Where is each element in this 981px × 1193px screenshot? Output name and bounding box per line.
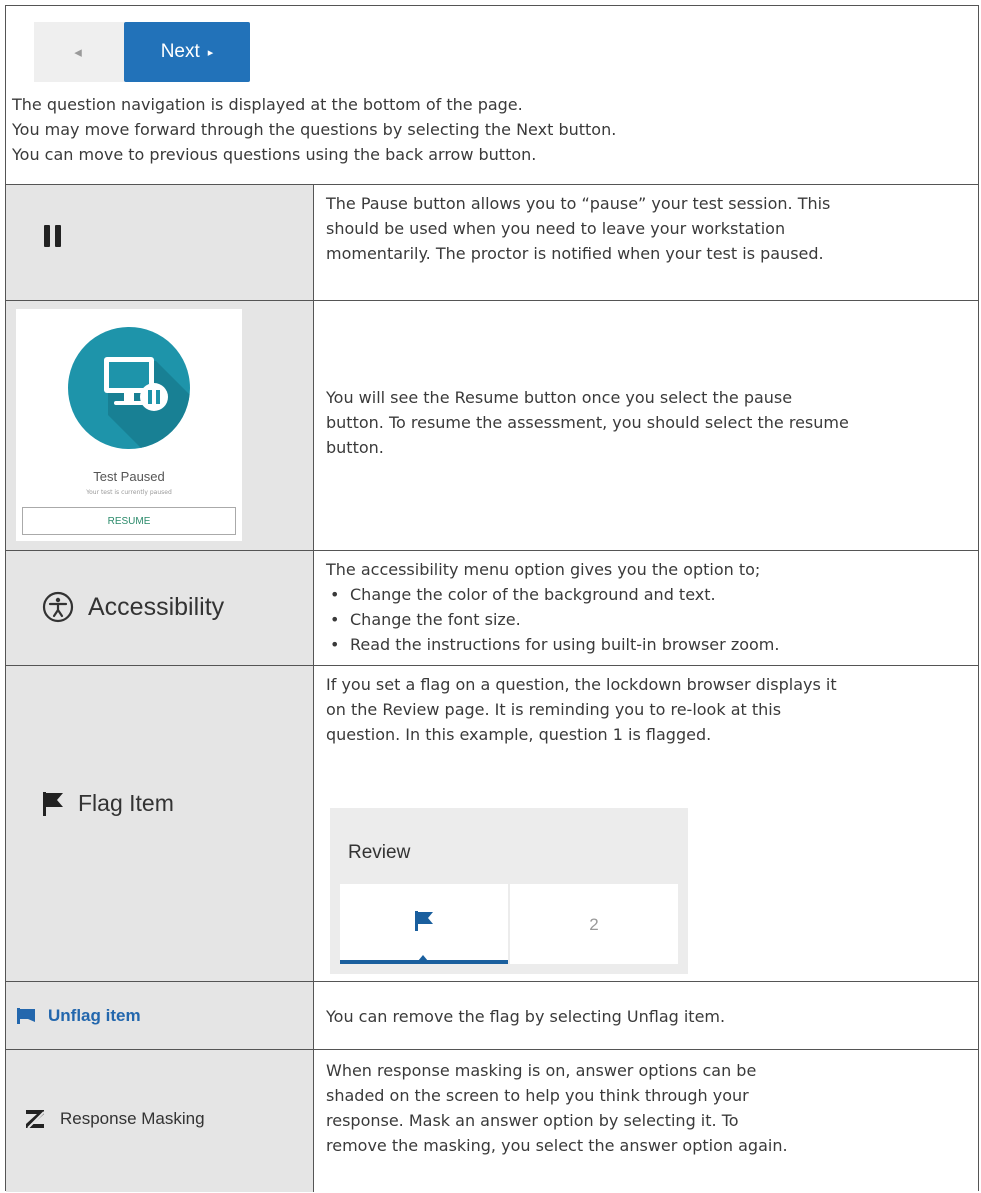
- masking-description: When response masking is on, answer opti…: [314, 1050, 978, 1192]
- accessibility-icon: [42, 591, 74, 623]
- flag-icon: [43, 791, 63, 816]
- response-masking-label: Response Masking: [60, 1109, 205, 1128]
- bullet-item: • Change the color of the background and …: [330, 585, 716, 604]
- next-button-label: Next: [160, 41, 200, 62]
- description-line: You may move forward through the questio…: [12, 120, 617, 139]
- question-navigation-bar: ◂ Next ▸: [34, 22, 250, 82]
- paused-subtitle: Your test is currently paused: [86, 489, 172, 496]
- description-line: response. Mask an answer option by selec…: [326, 1111, 739, 1130]
- accessibility-cell: Accessibility: [6, 551, 314, 665]
- review-panel: Review 2: [330, 808, 688, 974]
- navigation-description: The question navigation is displayed at …: [12, 92, 972, 167]
- pause-cell: [6, 185, 314, 300]
- pause-row: The Pause button allows you to “pause” y…: [6, 184, 978, 300]
- description-line: If you set a flag on a question, the loc…: [326, 675, 837, 694]
- description-line: on the Review page. It is reminding you …: [326, 700, 782, 719]
- resume-description: You will see the Resume button once you …: [314, 301, 978, 550]
- description-line: question. In this example, question 1 is…: [326, 725, 712, 744]
- flag-cell: Flag Item: [6, 666, 314, 981]
- arrow-right-icon: ▸: [207, 46, 214, 59]
- bullet-item: • Read the instructions for using built-i…: [330, 635, 780, 654]
- resume-button[interactable]: RESUME: [22, 507, 236, 535]
- unflag-item-button[interactable]: Unflag item: [16, 982, 141, 1049]
- pause-icon[interactable]: [44, 225, 64, 247]
- paused-title: Test Paused: [93, 469, 165, 484]
- flag-icon: [415, 911, 433, 931]
- flag-item-label: Flag Item: [78, 790, 174, 816]
- flag-description: If you set a flag on a question, the loc…: [314, 666, 978, 981]
- next-button[interactable]: Next ▸: [124, 22, 250, 82]
- caret-up-icon: [418, 955, 428, 961]
- resume-cell: Test Paused Your test is currently pause…: [6, 301, 314, 550]
- description-line: The accessibility menu option gives you …: [326, 560, 761, 579]
- instructions-document: ◂ Next ▸ The question navigation is disp…: [5, 5, 979, 1192]
- flag-icon: [17, 1007, 35, 1024]
- accessibility-row: Accessibility The accessibility menu opt…: [6, 550, 978, 665]
- flag-row: Flag Item If you set a flag on a questio…: [6, 665, 978, 981]
- accessibility-description: The accessibility menu option gives you …: [314, 551, 978, 665]
- description-line: The Pause button allows you to “pause” y…: [326, 194, 831, 213]
- masking-icon: [26, 1110, 45, 1129]
- masking-row: Response Masking When response masking i…: [6, 1049, 978, 1192]
- unflag-item-label: Unflag item: [48, 1005, 141, 1025]
- response-masking-button[interactable]: Response Masking: [24, 1108, 205, 1130]
- unflag-cell: Unflag item: [6, 982, 314, 1049]
- description-line: The question navigation is displayed at …: [12, 95, 523, 114]
- description-line: When response masking is on, answer opti…: [326, 1061, 757, 1080]
- back-arrow-button[interactable]: ◂: [34, 22, 122, 82]
- unflag-row: Unflag item You can remove the flag by s…: [6, 981, 978, 1049]
- description-line: button.: [326, 438, 384, 457]
- description-line: You can move to previous questions using…: [12, 145, 537, 164]
- navigation-section: ◂ Next ▸ The question navigation is disp…: [6, 6, 978, 184]
- review-title: Review: [348, 842, 411, 863]
- unflag-description: You can remove the flag by selecting Unf…: [314, 982, 978, 1049]
- accessibility-label: Accessibility: [88, 592, 225, 621]
- accessibility-menu-item[interactable]: Accessibility: [42, 591, 224, 623]
- test-paused-card: Test Paused Your test is currently pause…: [16, 309, 242, 541]
- description-line: shaded on the screen to help you think t…: [326, 1086, 749, 1105]
- description-line: should be used when you need to leave yo…: [326, 219, 786, 238]
- description-line: remove the masking, you select the answe…: [326, 1136, 788, 1155]
- description-line: You will see the Resume button once you …: [326, 388, 793, 407]
- monitor-pause-icon: [68, 327, 190, 449]
- description-line: You can remove the flag by selecting Unf…: [326, 1007, 726, 1026]
- flag-item-button[interactable]: Flag Item: [42, 790, 174, 817]
- review-question-2[interactable]: 2: [510, 884, 678, 964]
- description-line: button. To resume the assessment, you sh…: [326, 413, 849, 432]
- review-question-1[interactable]: [340, 884, 508, 964]
- resume-row: Test Paused Your test is currently pause…: [6, 300, 978, 550]
- masking-cell: Response Masking: [6, 1050, 314, 1192]
- pause-description: The Pause button allows you to “pause” y…: [314, 185, 978, 300]
- description-line: momentarily. The proctor is notified whe…: [326, 244, 824, 263]
- bullet-item: • Change the font size.: [330, 610, 521, 629]
